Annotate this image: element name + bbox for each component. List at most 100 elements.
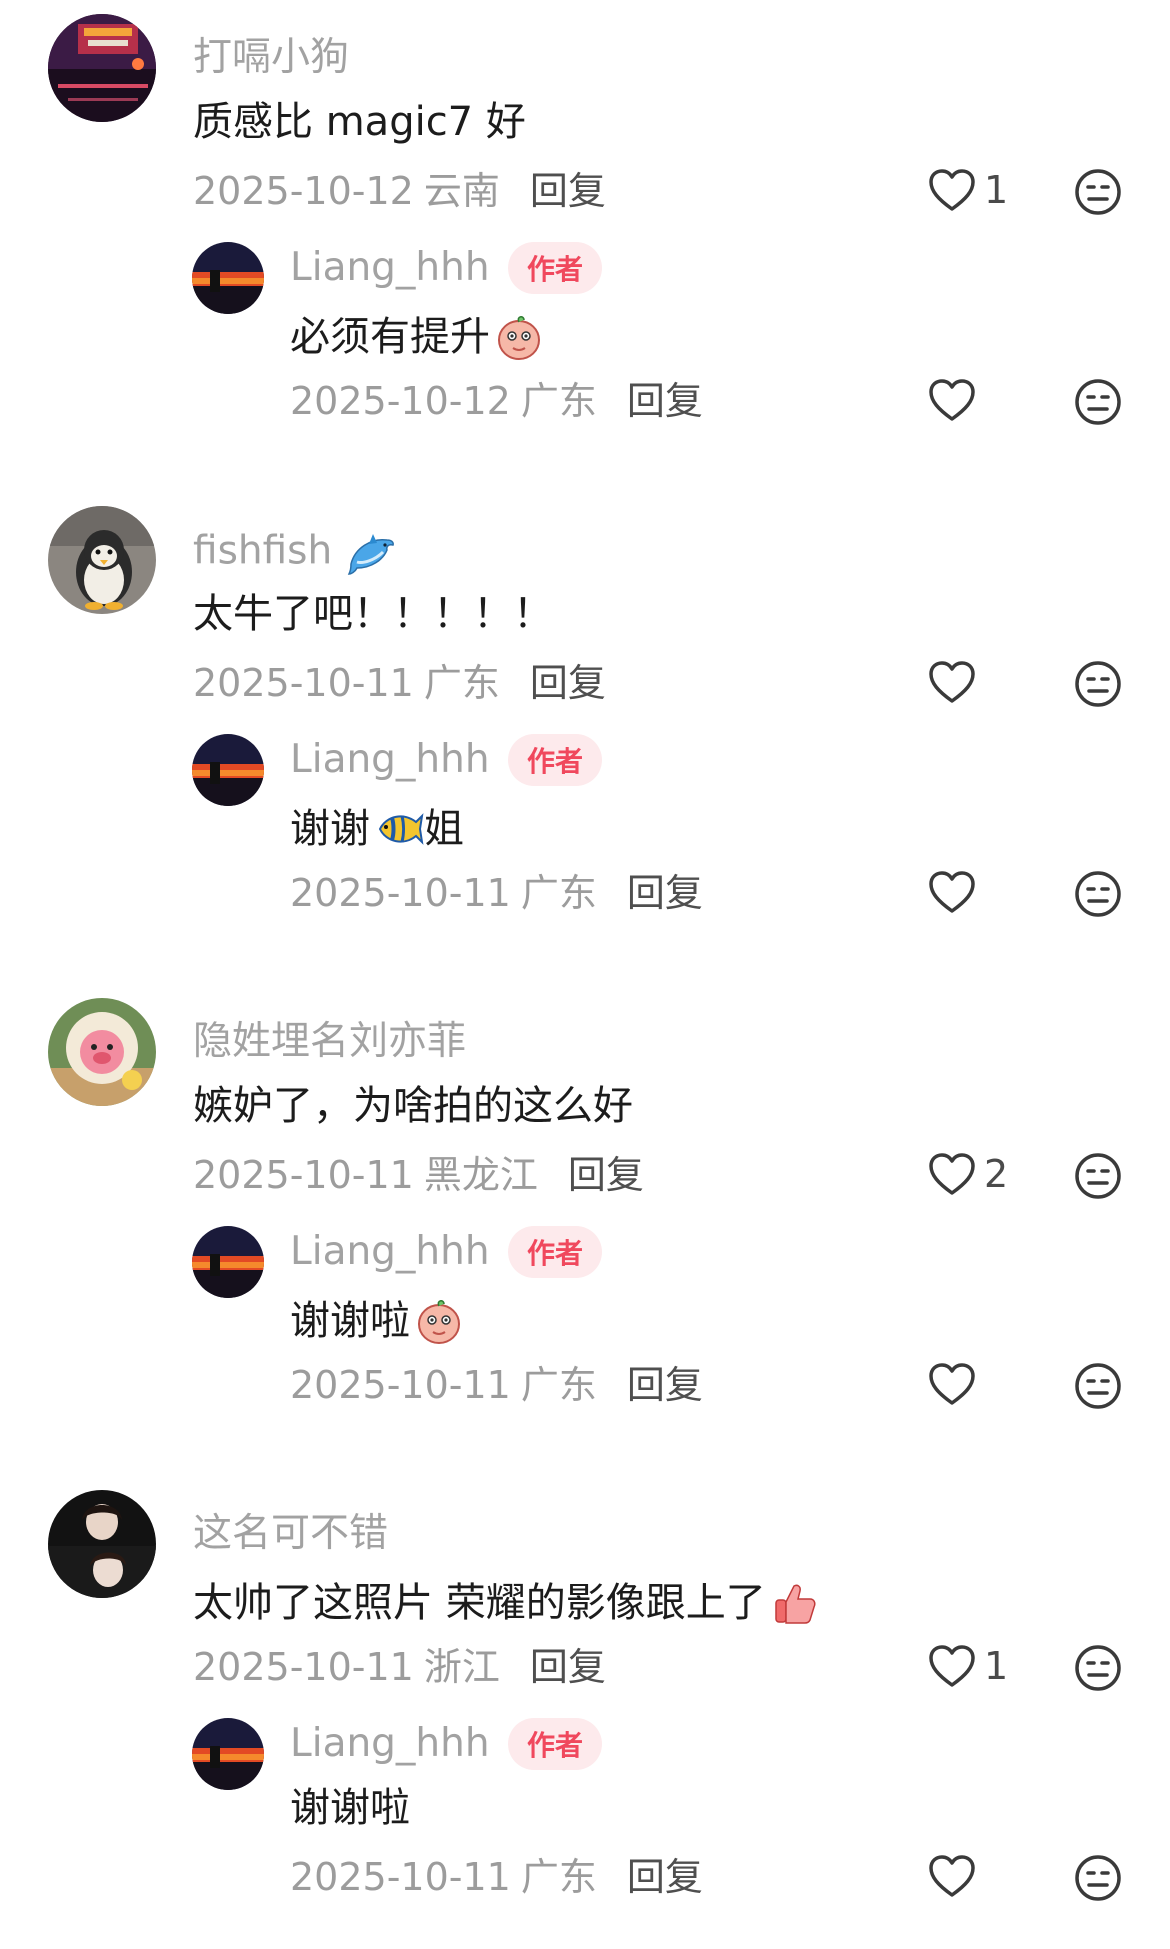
reply-date: 2025-10-11 <box>290 1363 511 1407</box>
heart-icon <box>929 169 975 211</box>
dislike-button[interactable] <box>1074 1152 1122 1204</box>
reply-text-body: 必须有提升 <box>290 314 490 360</box>
comment-text-body: 太帅了这照片 荣耀的影像跟上了 <box>193 1580 766 1626</box>
like-button[interactable] <box>928 870 984 914</box>
reply-location: 广东 <box>520 379 597 423</box>
comment-item: 隐姓埋名刘亦菲 嫉妒了，为啥拍的这么好 2025-10-11 黑龙江 回复 2 <box>0 998 1170 1199</box>
dislike-button[interactable] <box>1074 870 1122 922</box>
sunset-avatar[interactable] <box>192 1226 264 1298</box>
author-badge: 作者 <box>508 1226 602 1278</box>
reply-text-before: 谢谢 <box>290 806 370 852</box>
dislike-button[interactable] <box>1074 378 1122 430</box>
reply-location: 广东 <box>520 1363 597 1407</box>
portrait-avatar[interactable] <box>48 1490 156 1598</box>
comment-list: 打嗝小狗 质感比 magic7 好 2025-10-12 云南 回复 1 Lia… <box>0 0 1170 1949</box>
comment-text: 质感比 magic7 好 <box>193 99 526 145</box>
reply-date: 2025-10-12 <box>290 379 511 423</box>
heart-icon <box>929 379 975 421</box>
comment-username[interactable]: 打嗝小狗 <box>193 38 349 77</box>
dislike-button[interactable] <box>1074 1362 1122 1414</box>
like-button[interactable] <box>928 378 984 422</box>
heart-icon <box>929 1363 975 1405</box>
shy-peach-emoji <box>498 316 540 360</box>
sunset-avatar[interactable] <box>192 1718 264 1790</box>
heart-icon <box>929 1855 975 1897</box>
comment-date: 2025-10-11 <box>193 661 414 705</box>
reply-text: 必须有提升 <box>290 312 544 362</box>
like-button[interactable]: 1 <box>928 168 1008 212</box>
comment-meta: 2025-10-11 黑龙江 回复 <box>193 1156 644 1194</box>
comment-item: 打嗝小狗 质感比 magic7 好 2025-10-12 云南 回复 1 <box>0 14 1170 215</box>
dislike-button[interactable] <box>1074 1644 1122 1696</box>
dislike-button[interactable] <box>1074 660 1122 712</box>
comment-location: 黑龙江 <box>423 1153 538 1197</box>
meh-face-icon <box>1075 871 1121 917</box>
like-button[interactable] <box>928 1854 984 1898</box>
pink-plush-avatar[interactable] <box>48 998 156 1106</box>
reply-text: 谢谢啦 <box>290 1296 464 1346</box>
city-night-avatar[interactable] <box>48 14 156 122</box>
dislike-button[interactable] <box>1074 168 1122 220</box>
reply-button[interactable]: 回复 <box>530 172 606 210</box>
comment-username[interactable]: 这名可不错 <box>193 1514 388 1553</box>
comment-meta: 2025-10-12 云南 回复 <box>193 172 606 210</box>
reply-username[interactable]: Liang_hhh <box>290 740 490 779</box>
reply-button[interactable]: 回复 <box>530 1648 606 1686</box>
reply-item: Liang_hhh 作者 必须有提升 2025-10-12 广东 回复 <box>0 242 1170 432</box>
meh-face-icon <box>1075 1363 1121 1409</box>
heart-icon <box>929 1645 975 1687</box>
reply-text: 谢谢 姐 <box>290 804 464 854</box>
author-badge: 作者 <box>508 1718 602 1770</box>
comment-username[interactable]: fishfish <box>193 530 397 576</box>
reply-location: 广东 <box>520 1855 597 1899</box>
reply-button[interactable]: 回复 <box>627 382 703 420</box>
reply-username[interactable]: Liang_hhh <box>290 248 490 287</box>
reply-text-after: 姐 <box>424 806 464 852</box>
thumbs-up-emoji <box>774 1584 816 1624</box>
tropical-fish-emoji <box>378 813 424 845</box>
reply-button[interactable]: 回复 <box>530 664 606 702</box>
meh-face-icon <box>1075 1645 1121 1691</box>
comment-username[interactable]: 隐姓埋名刘亦菲 <box>193 1022 466 1061</box>
reply-meta: 2025-10-11 广东 回复 <box>290 1366 703 1404</box>
reply-button[interactable]: 回复 <box>627 874 703 912</box>
comment-meta: 2025-10-11 浙江 回复 <box>193 1648 606 1686</box>
comment-text: 太牛了吧！！！！！ <box>193 591 553 637</box>
comment-item: fishfish 太牛了吧！！！！！ 2025-10-11 广东 回复 <box>0 506 1170 707</box>
comment-location: 广东 <box>423 661 500 705</box>
comment-location: 云南 <box>423 169 500 213</box>
reply-button[interactable]: 回复 <box>627 1366 703 1404</box>
dislike-button[interactable] <box>1074 1854 1122 1906</box>
username-text: fishfish <box>193 528 333 574</box>
meh-face-icon <box>1075 379 1121 425</box>
meh-face-icon <box>1075 1855 1121 1901</box>
sunset-avatar[interactable] <box>192 734 264 806</box>
like-button[interactable]: 2 <box>928 1152 1008 1196</box>
reply-item: Liang_hhh 作者 谢谢啦 2025-10-11 广东 回复 <box>0 1226 1170 1416</box>
like-button[interactable] <box>928 1362 984 1406</box>
comment-location: 浙江 <box>423 1645 500 1689</box>
comment-text: 太帅了这照片 荣耀的影像跟上了 <box>193 1578 820 1628</box>
sunset-avatar[interactable] <box>192 242 264 314</box>
reply-button[interactable]: 回复 <box>568 1156 644 1194</box>
reply-button[interactable]: 回复 <box>627 1858 703 1896</box>
author-badge: 作者 <box>508 242 602 294</box>
comment-item: 这名可不错 太帅了这照片 荣耀的影像跟上了 2025-10-11 浙江 回复 1 <box>0 1490 1170 1691</box>
comment-date: 2025-10-11 <box>193 1645 414 1689</box>
reply-text-body: 谢谢啦 <box>290 1298 410 1344</box>
reply-location: 广东 <box>520 871 597 915</box>
reply-username[interactable]: Liang_hhh <box>290 1724 490 1763</box>
like-button[interactable]: 1 <box>928 1644 1008 1688</box>
reply-date: 2025-10-11 <box>290 1855 511 1899</box>
heart-icon <box>929 661 975 703</box>
comment-date: 2025-10-12 <box>193 169 414 213</box>
penguin-plush-avatar[interactable] <box>48 506 156 614</box>
meh-face-icon <box>1075 1153 1121 1199</box>
reply-username[interactable]: Liang_hhh <box>290 1232 490 1271</box>
shy-peach-emoji <box>418 1300 460 1344</box>
meh-face-icon <box>1075 169 1121 215</box>
like-button[interactable] <box>928 660 984 704</box>
comment-meta: 2025-10-11 广东 回复 <box>193 664 606 702</box>
like-count: 1 <box>984 168 1009 212</box>
reply-date: 2025-10-11 <box>290 871 511 915</box>
